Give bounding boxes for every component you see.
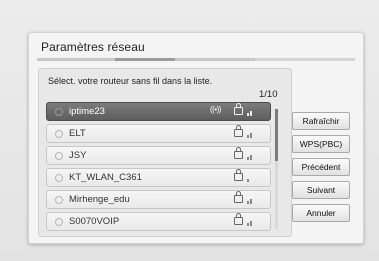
signal-bar [250, 111, 252, 116]
lock-icon [234, 125, 243, 137]
signal-strength-icon [247, 218, 257, 226]
page-indicator: 1/10 [259, 89, 278, 100]
cancel-button[interactable]: Annuler [292, 204, 350, 222]
lock-icon [234, 103, 243, 115]
signal-bar [250, 199, 252, 204]
signal-bar [250, 155, 252, 160]
wps-icon: ((•)) [210, 105, 221, 114]
dialog-title: Paramètres réseau [41, 40, 145, 54]
list-scrollbar[interactable] [275, 109, 278, 229]
network-row[interactable]: ELT [46, 124, 271, 143]
refresh-button[interactable]: Rafraîchir [292, 112, 350, 130]
signal-strength-icon [247, 196, 257, 204]
signal-bar [247, 201, 249, 204]
signal-bar [247, 113, 249, 116]
scrollbar-thumb[interactable] [275, 109, 278, 161]
lock-icon [234, 213, 243, 225]
network-ssid: JSY [69, 150, 87, 161]
signal-strength-icon [247, 130, 257, 138]
network-row[interactable]: S0070VOIP [46, 212, 271, 231]
router-list-panel: Sélect. votre routeur sans fil dans la l… [38, 68, 292, 237]
signal-bar [250, 221, 252, 226]
next-button[interactable]: Suivant [292, 181, 350, 199]
radio-indicator-icon [55, 174, 63, 182]
signal-bar [250, 133, 252, 138]
network-ssid: iptime23 [69, 106, 105, 117]
instruction-text: Sélect. votre routeur sans fil dans la l… [48, 76, 213, 86]
radio-indicator-icon [55, 218, 63, 226]
title-divider [37, 58, 355, 61]
network-ssid: ELT [69, 128, 86, 139]
signal-bar [247, 223, 249, 226]
signal-strength-icon [247, 174, 257, 182]
previous-button[interactable]: Précédent [292, 158, 350, 176]
network-list: iptime23 ((•)) ELT JSY KT_WLAN_C361 Mirhenge_… [46, 102, 271, 234]
radio-indicator-icon [55, 196, 63, 204]
lock-icon [234, 169, 243, 181]
signal-bar [247, 135, 249, 138]
network-ssid: KT_WLAN_C361 [69, 172, 142, 183]
network-row[interactable]: JSY [46, 146, 271, 165]
network-ssid: S0070VOIP [69, 216, 120, 227]
signal-strength-icon [247, 108, 257, 116]
network-row[interactable]: iptime23 ((•)) [46, 102, 271, 121]
network-row[interactable]: Mirhenge_edu [46, 190, 271, 209]
signal-strength-icon [247, 152, 257, 160]
network-ssid: Mirhenge_edu [69, 194, 130, 205]
radio-indicator-icon [55, 108, 63, 116]
network-row[interactable]: KT_WLAN_C361 [46, 168, 271, 187]
lock-icon [234, 191, 243, 203]
action-buttons: Rafraîchir WPS(PBC) Précédent Suivant An… [292, 112, 352, 227]
radio-indicator-icon [55, 130, 63, 138]
signal-bar [247, 157, 249, 160]
lock-icon [234, 147, 243, 159]
signal-bar [247, 179, 249, 182]
network-settings-dialog: Paramètres réseau Sélect. votre routeur … [28, 32, 364, 244]
radio-indicator-icon [55, 152, 63, 160]
wps-pbc-button[interactable]: WPS(PBC) [292, 135, 350, 153]
